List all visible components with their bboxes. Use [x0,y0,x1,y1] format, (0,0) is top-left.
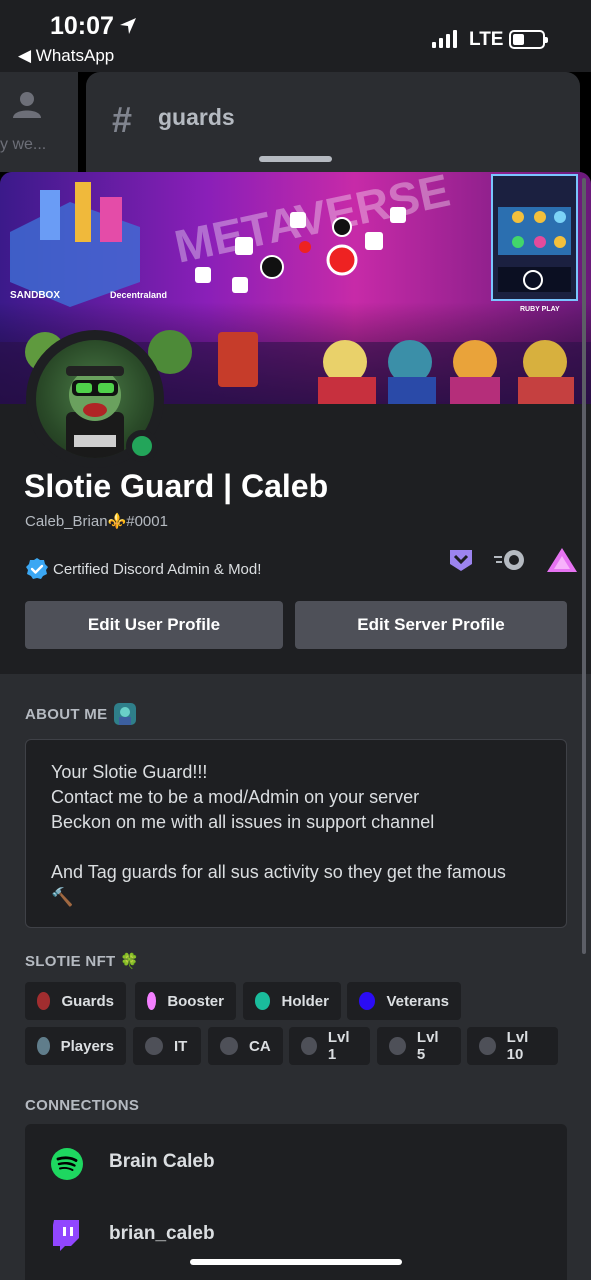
role-chip[interactable]: Lvl 10 [467,1027,558,1065]
role-chip[interactable]: Booster [135,982,236,1020]
role-color-dot [479,1037,496,1055]
connections-heading: CONNECTIONS [25,1097,140,1114]
connection-name: Brain Caleb [109,1151,215,1172]
role-chip[interactable]: Players [25,1027,126,1065]
sandbox-logo: SANDBOX [10,290,61,301]
location-arrow-icon [119,18,136,34]
role-color-dot [255,992,271,1010]
role-label: Lvl 5 [416,1029,439,1063]
role-color-dot [37,1037,50,1055]
about-emoji-icon [114,703,137,725]
spotify-icon [51,1148,83,1180]
profile-sheet: METAVERSE SANDBOX Decentraland RUBY PLAY… [0,172,591,1280]
clock: 10:07 [50,12,138,41]
channel-name: guards [158,104,235,130]
role-label: CA [249,1037,271,1055]
role-color-dot [389,1037,406,1055]
signal-bars-icon [432,30,457,48]
about-me-text-box: Your Slotie Guard!!! Contact me to be a … [25,739,567,928]
people-icon [13,92,41,118]
role-label: Holder [281,992,329,1010]
verified-check-icon [26,558,48,579]
status-bar: 10:07 ◀ WhatsApp LTE [0,0,591,72]
role-chip[interactable]: Lvl 1 [289,1027,370,1065]
role-chip[interactable]: Lvl 5 [377,1027,461,1065]
role-label: Lvl 1 [327,1029,350,1063]
connection-name: brian_caleb [109,1223,215,1244]
decentraland-logo: Decentraland [110,290,168,300]
partial-message-text: y we... [0,136,47,153]
role-chip[interactable]: CA [208,1027,283,1065]
sheet-drag-handle[interactable] [259,156,332,162]
role-color-dot [147,992,157,1010]
member-list-peek: y we... [0,72,78,172]
custom-status-text: Certified Discord Admin & Mod! [53,560,262,578]
edit-user-profile-button[interactable]: Edit User Profile [25,601,283,649]
role-chip[interactable]: Holder [243,982,341,1020]
twitch-icon [53,1220,79,1251]
role-chip[interactable]: IT [133,1027,201,1065]
role-label: Players [60,1037,114,1055]
clock-time: 10:07 [50,12,114,40]
home-indicator[interactable] [190,1259,402,1265]
about-line: Contact me to be a mod/Admin on your ser… [51,787,420,807]
about-line: Beckon on me with all issues in support … [51,812,435,832]
about-me-title: ABOUT ME [25,705,108,723]
about-line: And Tag guards for all sus activity so t… [51,862,506,882]
role-label: Booster [167,992,224,1010]
connections-list: Brain Caleb brian_caleb [25,1124,567,1280]
edit-server-profile-button[interactable]: Edit Server Profile [295,601,567,649]
network-type: LTE [469,29,504,50]
display-name: Slotie Guard | Caleb [24,468,329,504]
about-line [51,835,541,860]
about-line: Your Slotie Guard!!! [51,762,208,782]
rubyplay-logo: RUBY PLAY [520,306,560,313]
connection-spotify[interactable]: Brain Caleb [25,1128,567,1198]
role-color-dot [301,1037,317,1055]
role-color-dot [145,1037,163,1055]
custom-status: Certified Discord Admin & Mod! [25,557,261,581]
role-label: IT [174,1037,188,1055]
hypesquad-icon[interactable] [448,548,474,572]
nitro-boost-icon[interactable] [494,548,526,572]
role-color-dot [37,992,51,1010]
role-chip[interactable]: Veterans [347,982,461,1020]
profile-badges [448,547,578,573]
scrollbar[interactable] [582,178,586,954]
back-to-app-link[interactable]: ◀ WhatsApp [18,46,114,66]
triangle-badge-icon[interactable] [546,547,578,573]
battery-icon [509,30,548,49]
role-label: Guards [61,992,114,1010]
channel-hash-icon: # [112,99,133,140]
about-me-heading: ABOUT ME [25,702,137,726]
role-label: Lvl 10 [506,1029,529,1063]
role-label: Veterans [386,992,449,1010]
roles-heading: SLOTIE NFT 🍀 [25,953,139,970]
online-status-indicator [126,430,158,462]
username-tag[interactable]: Caleb_Brian⚜️#0001 [25,512,168,530]
about-line: 🔨 [51,887,74,907]
role-color-dot [359,992,376,1010]
role-chip[interactable]: Guards [25,982,126,1020]
role-color-dot [220,1037,238,1055]
